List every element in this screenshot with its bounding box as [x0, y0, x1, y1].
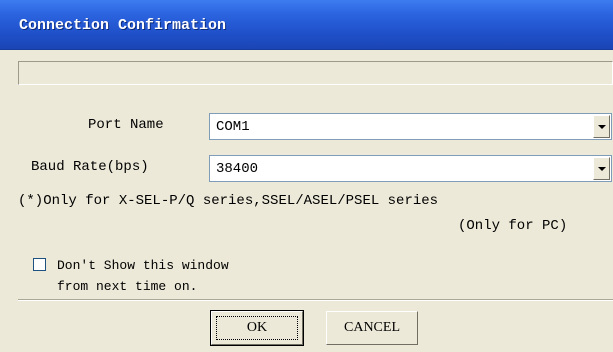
dont-show-checkbox[interactable]: [33, 258, 46, 271]
divider: [18, 299, 613, 301]
chevron-down-icon: [598, 167, 606, 171]
port-name-label: Port Name: [88, 117, 164, 133]
baud-rate-label: Baud Rate(bps): [31, 159, 149, 175]
window-title: Connection Confirmation: [19, 17, 227, 34]
series-note-line1: (*)Only for X-SEL-P/Q series,SSEL/ASEL/P…: [18, 193, 439, 209]
port-name-dropdown-button[interactable]: [593, 115, 610, 138]
port-name-value: COM1: [216, 119, 250, 135]
cancel-button-label: CANCEL: [344, 320, 400, 335]
baud-rate-dropdown-button[interactable]: [593, 157, 610, 180]
port-name-combobox[interactable]: COM1: [209, 113, 612, 140]
status-field: [18, 61, 613, 85]
dont-show-label-line1[interactable]: Don't Show this window: [57, 258, 229, 273]
dont-show-label-line2[interactable]: from next time on.: [57, 279, 197, 294]
title-bar[interactable]: Connection Confirmation: [0, 0, 613, 50]
baud-rate-value: 38400: [216, 161, 259, 177]
cancel-button[interactable]: CANCEL: [326, 311, 418, 345]
connection-confirmation-dialog: Connection Confirmation Port Name COM1 B…: [0, 0, 613, 352]
ok-button[interactable]: OK: [210, 310, 304, 346]
ok-button-label: OK: [246, 320, 268, 335]
baud-rate-combobox[interactable]: 38400: [209, 155, 612, 182]
series-note-line2: (Only for PC): [458, 218, 568, 234]
chevron-down-icon: [598, 125, 606, 129]
